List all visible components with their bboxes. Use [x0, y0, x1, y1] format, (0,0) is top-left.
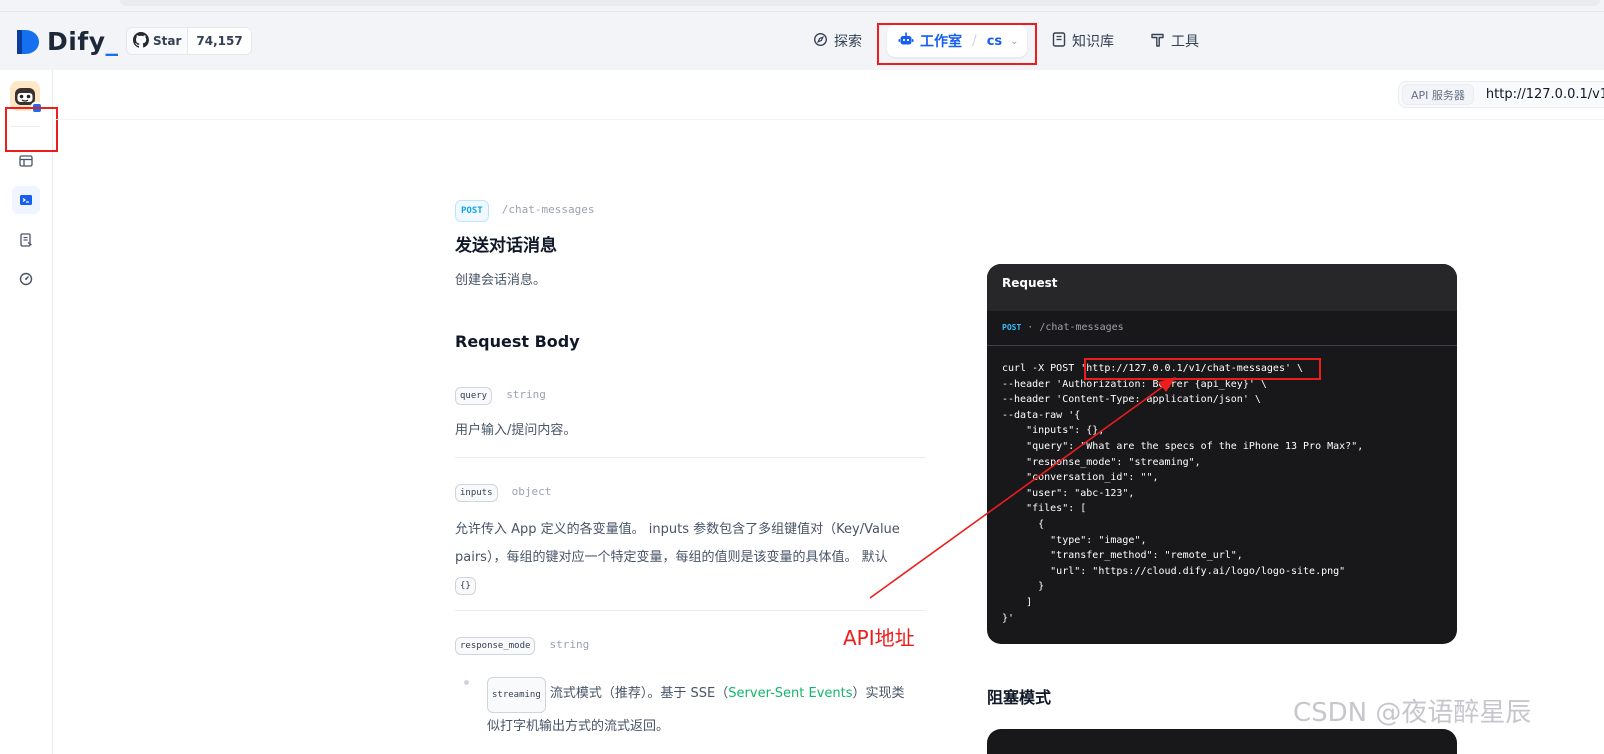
- endpoint-line: POST /chat-messages: [455, 198, 595, 222]
- desc-line: 似打字机输出方式的流式返回。: [487, 719, 670, 734]
- request-body-heading: Request Body: [455, 332, 580, 351]
- terminal-icon: [20, 195, 32, 205]
- param-type: object: [511, 485, 552, 498]
- sidebar-item-monitoring[interactable]: [12, 265, 40, 293]
- nav-knowledge-label: 知识库: [1072, 34, 1114, 50]
- layout-icon: [19, 155, 33, 167]
- param-name: query: [455, 387, 493, 405]
- top-nav: Dify_ Star 74,157 探索 工作室 / cs ⌄ 知识库 工具: [0, 12, 1604, 70]
- annotation-box-nav: [877, 23, 1037, 65]
- annotation-box-sidebar: [5, 107, 58, 152]
- file-list-icon: [20, 233, 32, 247]
- streaming-description: streaming 流式模式（推荐）。基于 SSE（Server-Sent Ev…: [487, 677, 927, 741]
- param-query: query string: [455, 383, 546, 405]
- desc-text: ）实现类: [852, 686, 905, 701]
- desc-line: pairs），每组的键对应一个特定变量，每组的值则是该变量的具体值。 默认: [455, 550, 888, 565]
- watermark: CSDN @夜语醉星辰: [1293, 698, 1532, 728]
- sidebar-item-logs[interactable]: [12, 226, 40, 254]
- page-title: 发送对话消息: [455, 236, 557, 256]
- param-description: 允许传入 App 定义的各变量值。 inputs 参数包含了多组键值对（Key/…: [455, 516, 900, 572]
- streaming-tag: streaming: [487, 677, 546, 713]
- divider: [455, 610, 925, 611]
- code-endpoint: /chat-messages: [1039, 322, 1124, 333]
- api-server-url[interactable]: http://127.0.0.1/v1: [1486, 87, 1604, 102]
- book-icon: [1052, 31, 1066, 51]
- sidebar-item-api-access[interactable]: [12, 186, 40, 214]
- param-type: string: [506, 388, 546, 401]
- request-code-panel: Request POST · /chat-messages curl -X PO…: [987, 264, 1457, 644]
- code-method: POST: [1002, 323, 1022, 332]
- param-name: inputs: [455, 484, 498, 502]
- api-server-chip[interactable]: API 服务器 http://127.0.0.1/v1: [1398, 81, 1604, 108]
- api-server-bar: API 服务器 http://127.0.0.1/v1: [53, 70, 1604, 120]
- compass-icon: [813, 32, 828, 51]
- bullet: [464, 680, 472, 688]
- blocking-mode-heading: 阻塞模式: [987, 688, 1052, 707]
- nav-explore[interactable]: 探索: [813, 30, 862, 52]
- annotation-label: API地址: [843, 626, 915, 650]
- default-value: {}: [455, 577, 476, 595]
- param-default: {}: [455, 573, 476, 595]
- divider: [455, 457, 925, 458]
- curl-code-block[interactable]: curl -X POST 'http://127.0.0.1/v1/chat-m…: [987, 346, 1457, 641]
- method-badge: POST: [455, 200, 489, 222]
- nav-tools[interactable]: 工具: [1151, 30, 1199, 52]
- param-name: response_mode: [455, 637, 536, 655]
- desc-text: 流式模式（推荐）。基于 SSE（: [549, 686, 729, 701]
- api-server-tag: API 服务器: [1402, 84, 1474, 105]
- desc-line: 允许传入 App 定义的各变量值。 inputs 参数包含了多组键值对（Key/…: [455, 522, 900, 537]
- hammer-icon: [1151, 32, 1165, 51]
- page-description: 创建会话消息。: [455, 273, 547, 288]
- dashboard-gauge-icon: [19, 272, 33, 286]
- param-type: string: [549, 638, 590, 651]
- annotation-box-url: [1084, 358, 1321, 380]
- blocking-code-panel: [987, 729, 1457, 754]
- app-sidebar: [0, 70, 53, 754]
- sse-link[interactable]: Server-Sent Events: [728, 686, 852, 701]
- nav-tools-label: 工具: [1171, 34, 1199, 50]
- param-description: 用户输入/提问内容。: [455, 423, 577, 438]
- nav-explore-label: 探索: [834, 34, 862, 50]
- code-sep: ·: [1027, 322, 1034, 333]
- browser-edge: [0, 0, 1604, 12]
- nav-knowledge[interactable]: 知识库: [1052, 30, 1114, 52]
- code-panel-title: Request: [987, 264, 1457, 311]
- param-inputs: inputs object: [455, 480, 551, 502]
- code-panel-endpoint: POST · /chat-messages: [987, 311, 1457, 346]
- param-response-mode: response_mode string: [455, 633, 589, 655]
- endpoint-path: /chat-messages: [501, 203, 595, 216]
